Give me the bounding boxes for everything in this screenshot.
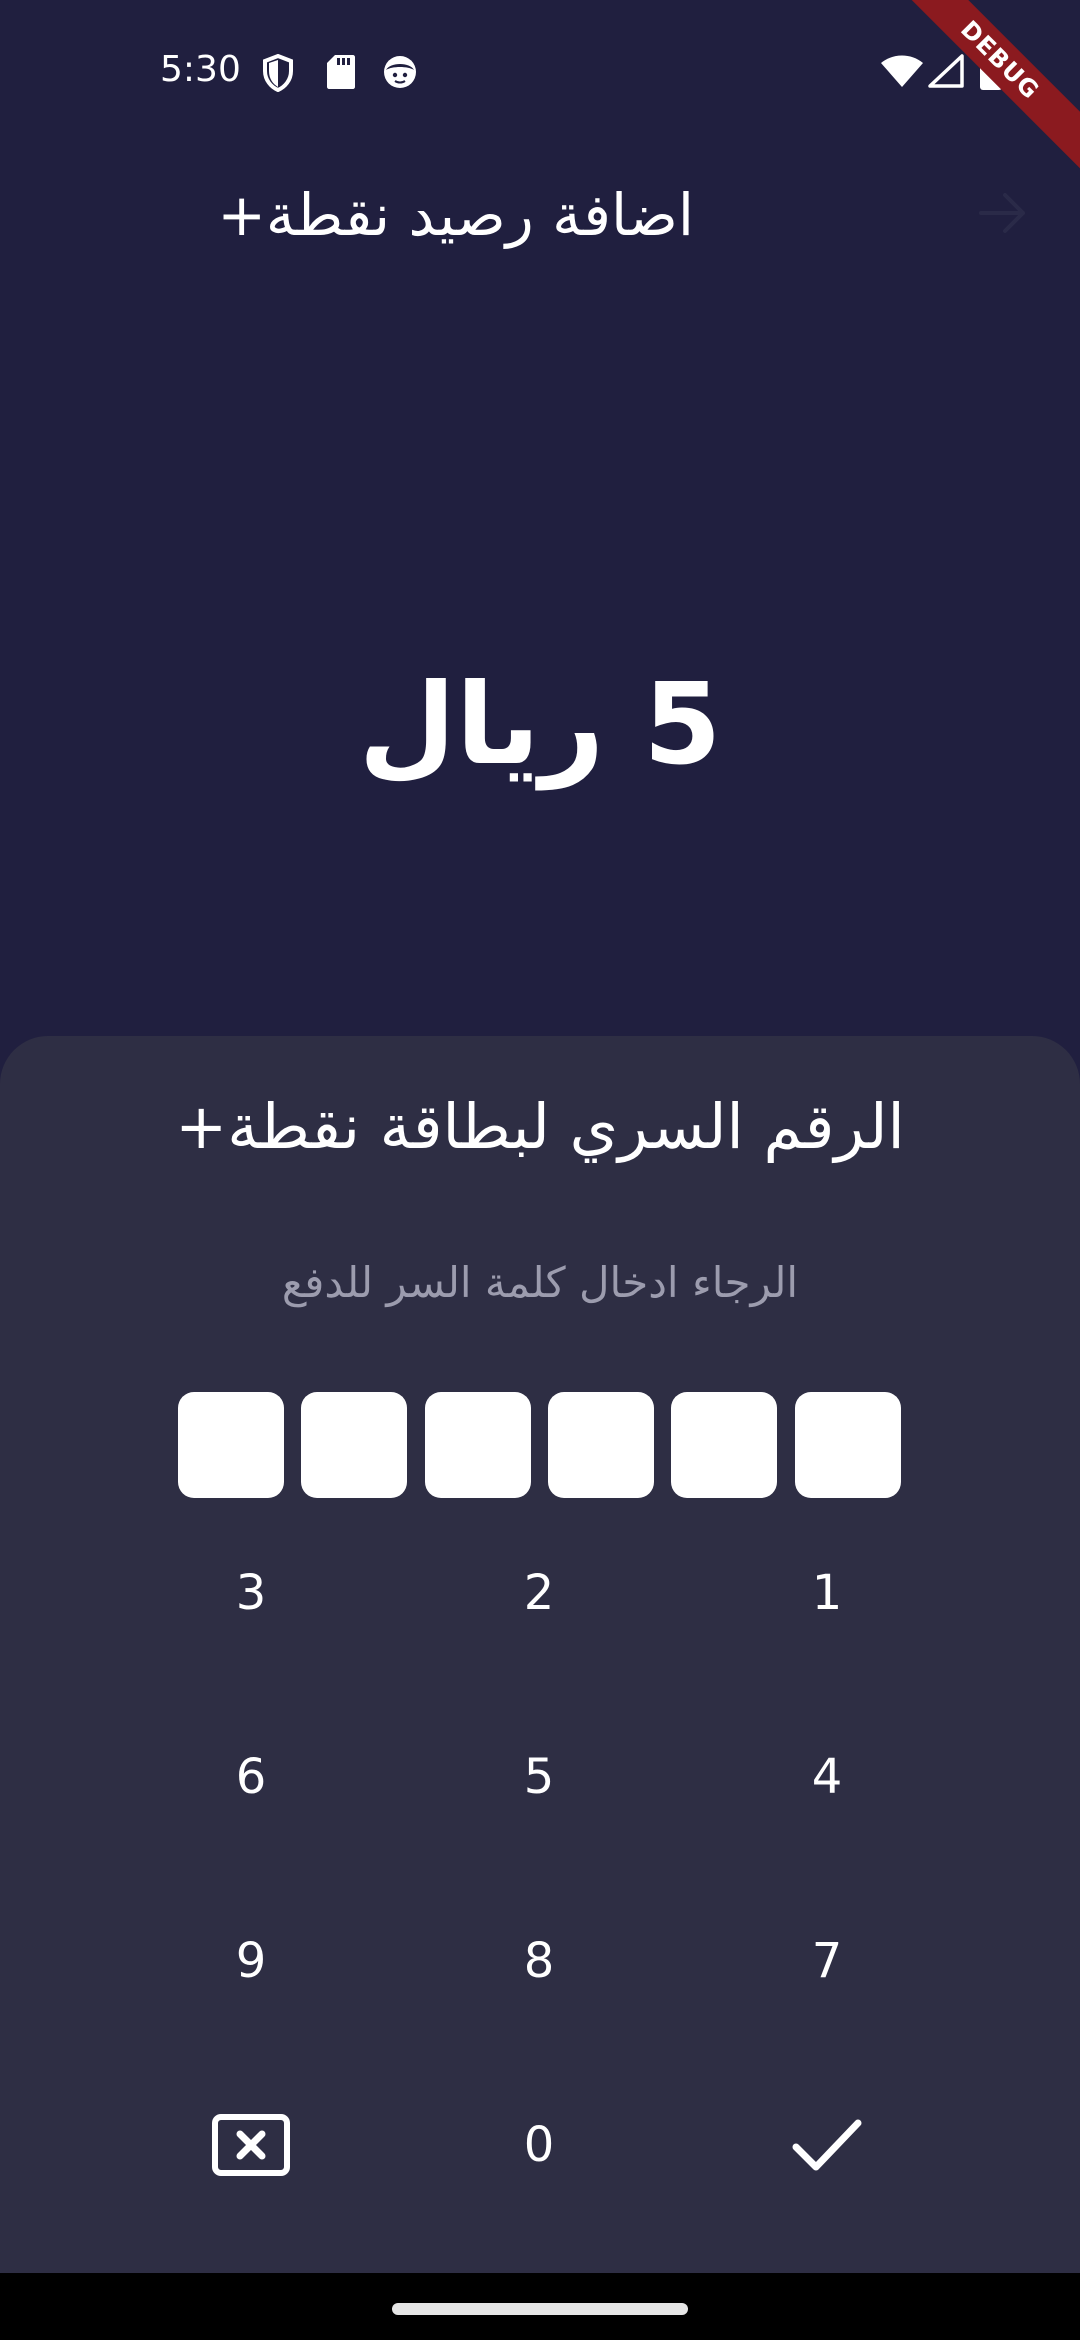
key-9[interactable]: 9 bbox=[161, 1906, 341, 2016]
shield-icon bbox=[263, 54, 293, 92]
arrow-forward-icon[interactable] bbox=[975, 185, 1031, 241]
pin-digit-box[interactable] bbox=[178, 1392, 284, 1498]
status-bar: 5:30 bbox=[0, 0, 1080, 140]
confirm-button[interactable] bbox=[737, 2090, 917, 2200]
pin-digit-box[interactable] bbox=[301, 1392, 407, 1498]
signal-icon bbox=[928, 54, 964, 88]
delete-button[interactable] bbox=[161, 2090, 341, 2200]
key-1[interactable]: 1 bbox=[737, 1538, 917, 1648]
key-2[interactable]: 2 bbox=[449, 1538, 629, 1648]
sheet-subtitle: الرجاء ادخال كلمة السر للدفع bbox=[281, 1258, 799, 1307]
page-title: اضافة رصيد نقطة+ bbox=[217, 181, 694, 249]
key-4[interactable]: 4 bbox=[737, 1722, 917, 1832]
wifi-icon bbox=[881, 55, 923, 87]
amount-label: 5 ريال bbox=[358, 660, 722, 790]
face-icon bbox=[384, 56, 416, 88]
key-8[interactable]: 8 bbox=[449, 1906, 629, 2016]
pin-digit-box[interactable] bbox=[425, 1392, 531, 1498]
key-3[interactable]: 3 bbox=[161, 1538, 341, 1648]
home-indicator[interactable] bbox=[392, 2303, 688, 2315]
sheet-title: الرقم السري لبطاقة نقطة+ bbox=[175, 1090, 905, 1163]
pin-digit-box[interactable] bbox=[671, 1392, 777, 1498]
pin-digit-box[interactable] bbox=[548, 1392, 654, 1498]
key-5[interactable]: 5 bbox=[449, 1722, 629, 1832]
key-7[interactable]: 7 bbox=[737, 1906, 917, 2016]
backspace-icon bbox=[212, 2114, 290, 2176]
sd-card-icon bbox=[327, 55, 355, 89]
key-6[interactable]: 6 bbox=[161, 1722, 341, 1832]
key-0[interactable]: 0 bbox=[449, 2090, 629, 2200]
check-icon bbox=[792, 2119, 862, 2171]
status-time: 5:30 bbox=[160, 49, 241, 90]
pin-digit-box[interactable] bbox=[795, 1392, 901, 1498]
pin-bottom-sheet bbox=[0, 1036, 1080, 2273]
